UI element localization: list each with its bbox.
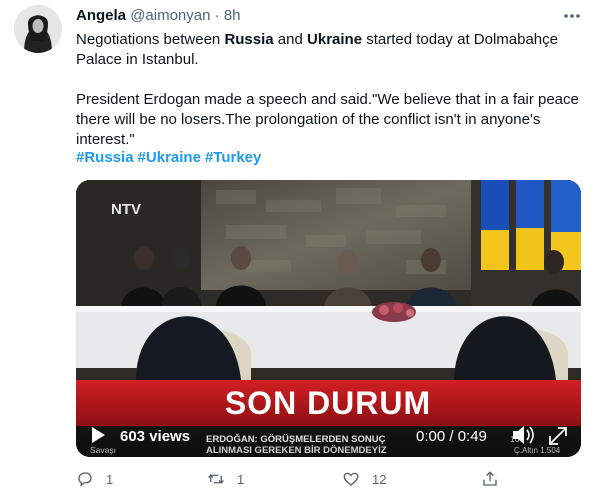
text-segment: Negotiations between	[76, 31, 225, 48]
breaking-banner: SON DURUM	[225, 385, 431, 421]
text-bold-ukraine: Ukraine	[307, 31, 363, 48]
author-name[interactable]: Angela	[76, 7, 126, 24]
reply-count: 1	[106, 471, 114, 487]
more-options-icon[interactable]	[562, 6, 582, 26]
tweet-paragraph-1: Negotiations between Russia and Ukraine …	[76, 30, 581, 70]
ticker-line-1: ERDOĞAN: GÖRÜŞMELERDEN SONUÇ	[206, 433, 386, 445]
text-bold-russia: Russia	[224, 31, 274, 48]
tweet-time[interactable]: 8h	[224, 7, 241, 24]
video-timestamp: 0:00 / 0:49	[416, 428, 487, 445]
like-count: 12	[372, 471, 387, 487]
hashtag-link[interactable]: #Turkey	[205, 149, 261, 166]
tweet-actions: 1 1 12	[76, 468, 581, 490]
text-segment: and	[273, 31, 308, 48]
video-frame: NTV SON DURUM ERDOĞAN: GÖRÜŞMELERDEN SON…	[76, 180, 581, 457]
share-icon	[483, 471, 497, 486]
ticker-left: Savaşı	[90, 445, 116, 455]
tweet-header: Angela @aimonyan · 8h	[76, 6, 241, 26]
share-button[interactable]	[481, 468, 499, 490]
tweet-text: Negotiations between Russia and Ukraine …	[76, 30, 581, 150]
retweet-button[interactable]: 1	[207, 468, 244, 490]
ticker-right-bottom: Ç.Altın 1.504	[514, 446, 561, 455]
reply-button[interactable]: 1	[76, 468, 113, 490]
ticker-line-2: ALINMASI GEREKEN BİR DÖNEMDEYİZ	[206, 445, 387, 456]
hashtag-link[interactable]: #Russia	[76, 149, 134, 166]
reply-icon	[78, 472, 92, 487]
hashtag-link[interactable]: #Ukraine	[138, 149, 201, 166]
tweet-paragraph-2: President Erdogan made a speech and said…	[76, 91, 579, 148]
hashtags: #Russia #Ukraine #Turkey	[76, 148, 265, 168]
like-button[interactable]: 12	[342, 468, 386, 490]
retweet-icon	[208, 474, 224, 484]
video-player[interactable]: NTV SON DURUM ERDOĞAN: GÖRÜŞMELERDEN SON…	[76, 180, 581, 457]
avatar[interactable]	[14, 5, 62, 53]
channel-logo: NTV	[111, 201, 141, 218]
view-count: 603 views	[120, 428, 190, 445]
avatar-image	[14, 5, 62, 53]
author-handle[interactable]: @aimonyan	[130, 7, 210, 24]
header-separator: ·	[214, 7, 220, 24]
tweet[interactable]: Angela @aimonyan · 8h Negotiations betwe…	[0, 0, 595, 490]
retweet-count: 1	[237, 471, 245, 487]
like-icon	[343, 472, 359, 486]
